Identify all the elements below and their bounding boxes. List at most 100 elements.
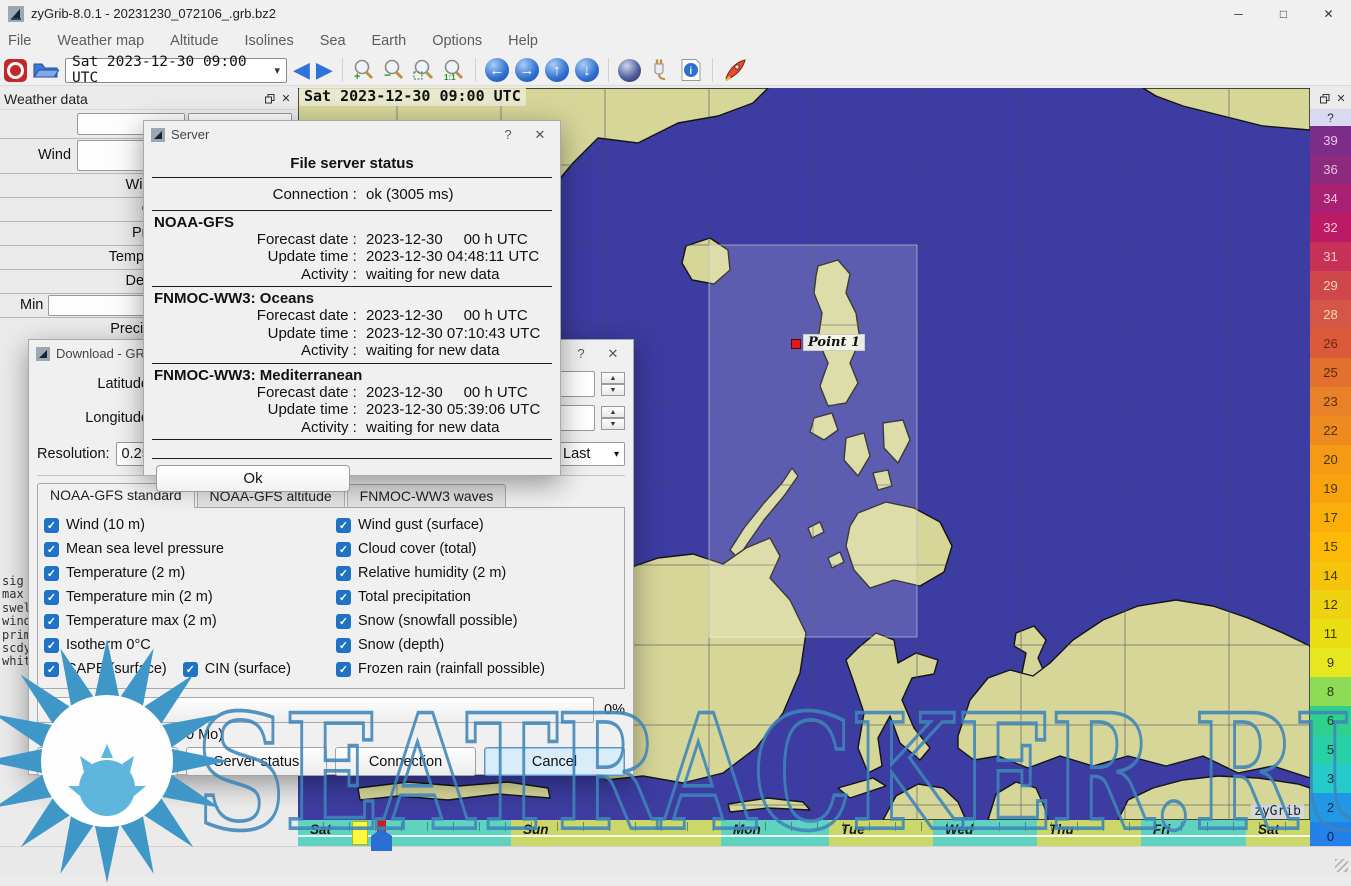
menu-help[interactable]: Help — [508, 33, 538, 49]
zoom-actual-icon: 1:1 — [442, 58, 466, 82]
menu-file[interactable]: File — [8, 33, 31, 49]
checkbox-temp-min[interactable]: ✓Temperature min (2 m) — [44, 588, 336, 606]
zoom-in-button[interactable]: + — [352, 58, 376, 82]
checkbox-wind-gust[interactable]: ✓Wind gust (surface) — [336, 516, 620, 534]
menu-isolines[interactable]: Isolines — [245, 33, 294, 49]
pan-down-button[interactable]: ↓ — [575, 58, 599, 82]
open-file-button[interactable] — [33, 60, 59, 80]
point-marker[interactable] — [791, 339, 801, 349]
server-section-name: FNMOC-WW3: Oceans — [144, 289, 560, 307]
svg-text:i: i — [689, 66, 692, 77]
scale-cell: 36 — [1310, 155, 1351, 184]
float-panel-icon[interactable] — [262, 91, 278, 107]
scale-cell: 28 — [1310, 300, 1351, 329]
close-panel-icon[interactable]: ✕ — [1333, 91, 1349, 107]
scale-cell: 14 — [1310, 561, 1351, 590]
server-section-name: FNMOC-WW3: Mediterranean — [144, 366, 560, 384]
menubar: File Weather map Altitude Isolines Sea E… — [0, 27, 1351, 55]
pan-left-button[interactable]: ← — [485, 58, 509, 82]
checkbox-snow-depth[interactable]: ✓Snow (depth) — [336, 636, 620, 654]
open-folder-icon — [33, 60, 59, 80]
help-button[interactable]: ? — [495, 124, 521, 146]
scale-cell: 26 — [1310, 329, 1351, 358]
skewt-button[interactable] — [722, 58, 748, 82]
scale-cell: 5 — [1310, 735, 1351, 764]
wind-label: Wind — [38, 147, 71, 163]
checkbox-temp-max[interactable]: ✓Temperature max (2 m) — [44, 612, 336, 630]
connection-status-row: Connection : ok (3005 ms) — [144, 186, 560, 204]
zoom-in-icon: + — [352, 58, 376, 82]
float-panel-icon[interactable] — [1317, 91, 1333, 107]
scale-cell: 12 — [1310, 590, 1351, 619]
latitude-label: Latitude — [37, 376, 149, 392]
scale-cell: 29 — [1310, 271, 1351, 300]
run-select[interactable]: Last ▾ — [557, 442, 625, 466]
help-button[interactable]: ? — [568, 343, 594, 365]
ok-button[interactable]: Ok — [156, 465, 350, 492]
next-timestep-button[interactable]: ▶ — [316, 59, 333, 81]
svg-text:+: + — [354, 71, 360, 82]
checkbox-temperature[interactable]: ✓Temperature (2 m) — [44, 564, 336, 582]
resize-grip[interactable] — [1335, 859, 1348, 872]
scale-cell: 3 — [1310, 764, 1351, 793]
checkbox-wind[interactable]: ✓Wind (10 m) — [44, 516, 336, 534]
scale-cell: 23 — [1310, 387, 1351, 416]
menu-weather-map[interactable]: Weather map — [57, 33, 144, 49]
checkbox-cloud-cover[interactable]: ✓Cloud cover (total) — [336, 540, 620, 558]
svg-text:1:1: 1:1 — [444, 73, 456, 82]
quit-button[interactable] — [4, 59, 27, 82]
checkbox-msl-pressure[interactable]: ✓Mean sea level pressure — [44, 540, 336, 558]
scale-cell: 2 — [1310, 793, 1351, 822]
minimize-button[interactable]: ─ — [1216, 0, 1261, 27]
connection-button[interactable]: Connection — [335, 747, 476, 776]
app-icon — [8, 6, 24, 22]
grib-info-button[interactable]: i — [679, 58, 703, 82]
scale-cell: 39 — [1310, 126, 1351, 155]
window-title: zyGrib-8.0.1 - 20231230_072106_.grb.bz2 — [31, 6, 276, 21]
close-dialog-button[interactable]: ✕ — [600, 343, 626, 365]
scale-cell: 20 — [1310, 445, 1351, 474]
app-icon — [151, 128, 165, 142]
longitude-stepper[interactable]: ▲▼ — [601, 406, 625, 430]
menu-sea[interactable]: Sea — [320, 33, 346, 49]
window-titlebar: zyGrib-8.0.1 - 20231230_072106_.grb.bz2 … — [0, 0, 1351, 27]
close-button[interactable]: ✕ — [1306, 0, 1351, 27]
prev-timestep-button[interactable]: ◀ — [293, 59, 310, 81]
menu-options[interactable]: Options — [432, 33, 482, 49]
datetime-value: Sat 2023-12-30 09:00 UTC — [72, 54, 274, 86]
globe-icon[interactable] — [618, 59, 641, 82]
longitude-label: Longitude — [37, 410, 149, 426]
map-brand-label: zyGrib — [1251, 804, 1304, 819]
timeline[interactable]: Sat Sun Mon Tue Wed Thu Fri Sat — [298, 820, 1310, 846]
server-status-heading: File server status — [144, 148, 560, 175]
zoom-out-icon: − — [382, 58, 406, 82]
zoom-region-button[interactable] — [412, 58, 436, 82]
close-dialog-button[interactable]: ✕ — [527, 124, 553, 146]
cancel-button[interactable]: Cancel — [484, 747, 625, 776]
pan-right-button[interactable]: → — [515, 58, 539, 82]
menu-earth[interactable]: Earth — [372, 33, 407, 49]
scale-cell: 15 — [1310, 532, 1351, 561]
app-icon — [36, 347, 50, 361]
close-panel-icon[interactable]: ✕ — [278, 91, 294, 107]
scale-cell: 32 — [1310, 213, 1351, 242]
zoom-actual-button[interactable]: 1:1 — [442, 58, 466, 82]
menu-altitude[interactable]: Altitude — [170, 33, 218, 49]
tab-fnmoc-ww3-waves[interactable]: FNMOC-WW3 waves — [347, 484, 507, 507]
checkbox-snow-snowfall[interactable]: ✓Snow (snowfall possible) — [336, 612, 620, 630]
checkbox-total-precipitation[interactable]: ✓Total precipitation — [336, 588, 620, 606]
download-grib-button[interactable] — [647, 58, 673, 82]
zoom-region-icon — [412, 58, 436, 82]
info-page-icon: i — [679, 58, 703, 82]
chevron-down-icon: ▾ — [614, 449, 619, 460]
resolution-label: Resolution: — [37, 446, 110, 462]
maximize-button[interactable]: □ — [1261, 0, 1306, 27]
datetime-select[interactable]: Sat 2023-12-30 09:00 UTC ▾ — [65, 58, 287, 83]
latitude-stepper[interactable]: ▲▼ — [601, 372, 625, 396]
zoom-out-button[interactable]: − — [382, 58, 406, 82]
checkbox-frozen-rain[interactable]: ✓Frozen rain (rainfall possible) — [336, 660, 620, 678]
checkbox-rel-humidity[interactable]: ✓Relative humidity (2 m) — [336, 564, 620, 582]
server-dialog-titlebar: Server ? ✕ — [144, 121, 560, 148]
pan-up-button[interactable]: ↑ — [545, 58, 569, 82]
server-dialog-title: Server — [171, 127, 489, 142]
